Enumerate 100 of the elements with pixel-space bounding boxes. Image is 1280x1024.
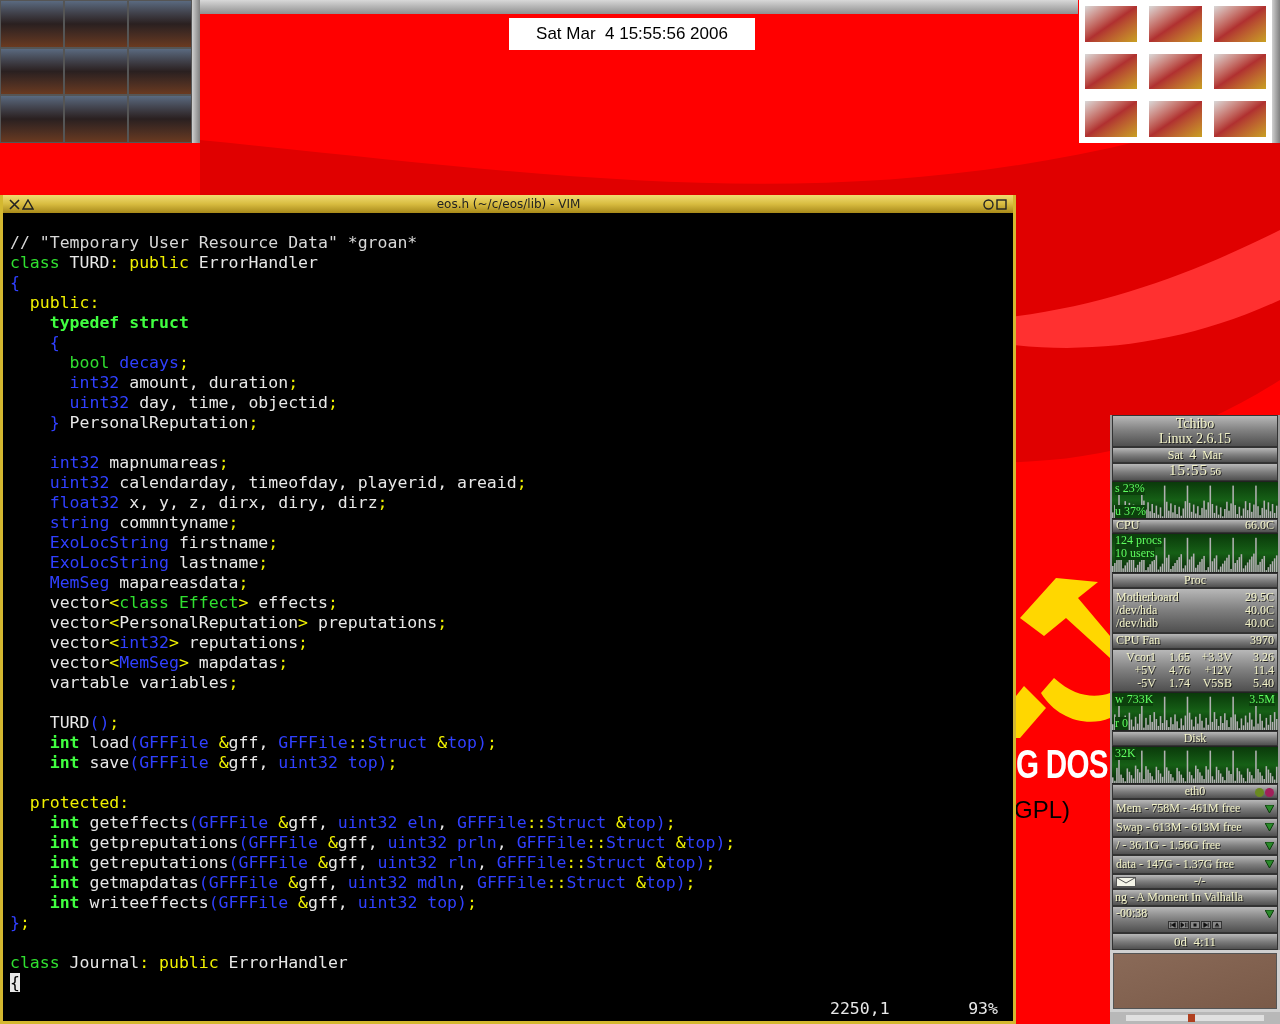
sensor-value: 11.4 — [1252, 663, 1274, 677]
sensor-value: 3970 — [1250, 634, 1274, 648]
code-line: protected: — [28, 793, 130, 813]
triangle-icon[interactable] — [1265, 804, 1274, 813]
sensor-label: -5V — [1136, 676, 1156, 690]
sensor-value: 40.0C — [1245, 616, 1274, 630]
section-label: Disk — [1183, 731, 1207, 745]
photo-placeholder — [64, 47, 128, 96]
sensor-label: /dev/hdb — [1116, 616, 1158, 630]
circle-icon[interactable] — [983, 198, 994, 210]
penguin-picture-placeholder — [1149, 53, 1202, 90]
meter-label: Swap - 613M - 613M free — [1116, 820, 1242, 834]
led-icon — [1255, 787, 1264, 797]
section-label: Proc — [1184, 573, 1206, 587]
song-title: ng - A Moment In Valhalla — [1115, 891, 1244, 905]
stop-icon[interactable] — [1190, 921, 1200, 929]
sensor-label: +3.3V — [1200, 650, 1232, 664]
photo-placeholder — [128, 0, 192, 48]
interface-label: eth0 — [1184, 785, 1206, 799]
clock-seconds: 56 — [1210, 465, 1222, 479]
code-line: int geteffects(GFFFile &gff, uint32 eln, GFFFile::Struct &top); — [48, 813, 676, 833]
code-line: int getreputations(GFFFile &gff, uint32 rln, GFFFile::Struct &top); — [48, 853, 716, 873]
chart-label: 124 procs — [1115, 533, 1162, 547]
code-line: vector<PersonalReputation> preputations; — [48, 613, 448, 633]
play-pause-icon[interactable] — [1179, 921, 1189, 929]
code-line: uint32 day, time, objectid; — [68, 393, 338, 413]
code-line: string commntyname; — [48, 513, 239, 533]
penguin-picture-placeholder — [1085, 6, 1138, 42]
code-line: int load(GFFFile &gff, GFFFile::Struct &top); — [48, 733, 497, 753]
window-title: eos.h (~/c/eos/lib) - VIM — [435, 196, 582, 213]
code-line: int getmapdatas(GFFFile &gff, uint32 mdln, GFFFile::Struct &top); — [48, 873, 696, 893]
scroll-percentage: 93% — [968, 997, 998, 1020]
code-line: int32 amount, duration; — [68, 373, 299, 393]
scrollbar[interactable] — [1110, 1012, 1280, 1024]
code-line: ExoLocString firstname; — [48, 533, 279, 553]
mail-count: -/- — [1194, 875, 1206, 889]
sensor-value: 1.65 — [1168, 650, 1190, 664]
photo-placeholder — [64, 0, 128, 48]
code-line: } PersonalReputation; — [48, 413, 259, 433]
code-line: int save(GFFFile &gff, uint32 top); — [48, 753, 398, 773]
clock-time: 15:55 — [1168, 464, 1209, 478]
weekday: Sat — [1167, 449, 1184, 463]
chart-label: u 37% — [1115, 504, 1146, 518]
maximize-icon[interactable] — [996, 198, 1007, 210]
eject-icon[interactable] — [1212, 921, 1222, 929]
month: Mar — [1202, 449, 1223, 463]
host-name: Tchibo — [1175, 416, 1215, 432]
code-line: }; — [10, 913, 30, 933]
penguin-picture-placeholder — [1085, 53, 1138, 90]
chart-label: 3.5M — [1249, 692, 1275, 706]
code-line: class TURD: public ErrorHandler — [10, 253, 318, 273]
triangle-icon[interactable] — [1265, 860, 1274, 869]
warning-triangle-icon[interactable] — [22, 198, 34, 210]
uptime: 0d 4:11 — [1173, 935, 1217, 949]
chart-label: w 733K — [1115, 692, 1154, 706]
sensor-value: 66.0C — [1245, 519, 1274, 533]
next-icon[interactable] — [1201, 921, 1211, 929]
player-controls[interactable] — [1168, 921, 1222, 929]
sensor-value: 5.40 — [1252, 676, 1274, 690]
wallpaper-title: G DOS — [1016, 742, 1108, 786]
code-line: TURD(); — [48, 713, 120, 733]
sensor-label: +5V — [1133, 663, 1156, 677]
chart-label: 32K — [1115, 746, 1136, 760]
code-line: // "Temporary User Resource Data" *groan* — [10, 233, 418, 253]
scrollbar-thumb[interactable] — [1188, 1014, 1195, 1022]
chart-label: r 0 — [1115, 716, 1128, 730]
photo-placeholder — [64, 95, 128, 143]
meter-label: / - 36.1G - 1.56G free — [1116, 839, 1221, 853]
code-line: class Journal: public ErrorHandler — [10, 953, 348, 973]
sensor-label: Motherboard — [1116, 590, 1179, 604]
photo-placeholder — [0, 95, 64, 143]
day: 4 — [1189, 448, 1197, 462]
code-line: { — [10, 273, 20, 293]
sensor-label: +12V — [1203, 663, 1232, 677]
sensor-label: Vcor1 — [1125, 650, 1156, 664]
code-line: ExoLocString lastname; — [48, 553, 269, 573]
scrollbar[interactable] — [192, 0, 200, 143]
sensor-value: 3.26 — [1252, 650, 1274, 664]
clock-label: Sat Mar 4 15:55:56 2006 — [509, 18, 755, 50]
code-line: MemSeg mapareasdata; — [48, 573, 249, 593]
scrollbar[interactable] — [1272, 0, 1280, 143]
code-line: typedef struct — [48, 313, 189, 333]
code-line: vector<int32> reputations; — [48, 633, 309, 653]
sensor-label: /dev/hda — [1116, 603, 1158, 617]
code-line: float32 x, y, z, dirx, diry, dirz; — [48, 493, 388, 513]
code-line: int writeeffects(GFFFile &gff, uint32 top); — [48, 893, 477, 913]
photo-placeholder — [0, 47, 64, 96]
song-time: -00:38 — [1116, 907, 1148, 920]
close-icon[interactable] — [9, 198, 20, 210]
triangle-icon[interactable] — [1265, 909, 1274, 918]
penguin-picture-placeholder — [1213, 101, 1266, 137]
penguin-picture-placeholder — [1085, 101, 1138, 137]
sensor-label: V5SB — [1201, 676, 1232, 690]
previous-icon[interactable] — [1168, 921, 1178, 929]
meter-label: Mem - 758M - 461M free — [1116, 802, 1241, 816]
photo-placeholder — [128, 95, 192, 143]
penguin-picture-placeholder — [1149, 101, 1202, 137]
sensor-label: CPU Fan — [1116, 634, 1161, 648]
envelope-icon[interactable] — [1116, 876, 1136, 887]
code-line: vartable variables; — [48, 673, 239, 693]
